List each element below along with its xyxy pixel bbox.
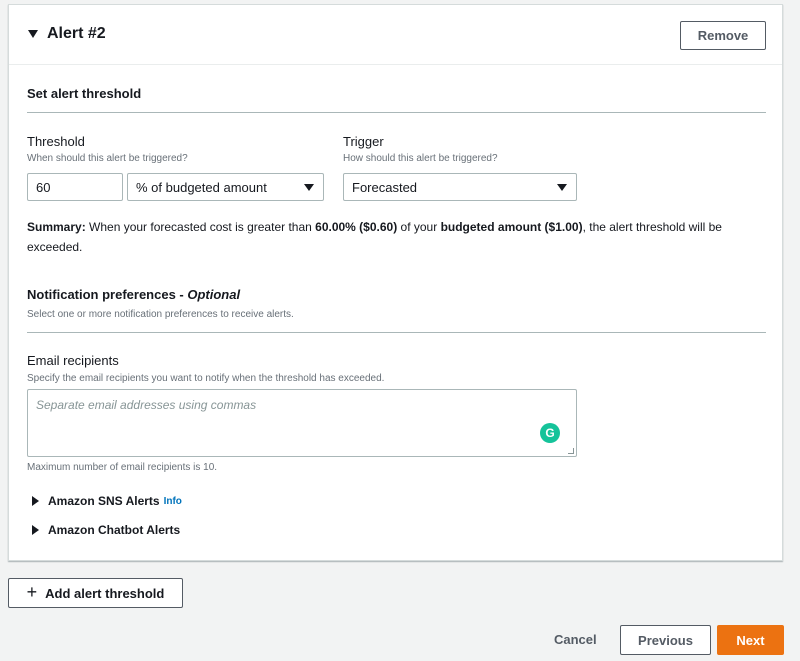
divider (27, 332, 766, 333)
summary-percentage: 60.00% ($0.60) (315, 220, 398, 234)
sns-alerts-expander[interactable]: Amazon SNS Alerts Info (32, 494, 182, 508)
resize-handle[interactable] (568, 448, 574, 454)
chatbot-alerts-expander[interactable]: Amazon Chatbot Alerts (32, 523, 180, 537)
summary-budget: budgeted amount ($1.00) (440, 220, 583, 234)
caret-right-icon (32, 525, 39, 535)
threshold-input[interactable]: 60 (27, 173, 123, 201)
set-threshold-title: Set alert threshold (27, 86, 142, 101)
email-recipients-input[interactable]: Separate email addresses using commas G (27, 389, 577, 457)
sns-alerts-label: Amazon SNS Alerts (48, 494, 160, 508)
email-sublabel: Specify the email recipients you want to… (27, 373, 385, 384)
chevron-down-icon (304, 184, 314, 191)
summary-text: When your forecasted cost is greater tha… (85, 220, 316, 234)
next-button[interactable]: Next (717, 625, 784, 655)
add-alert-threshold-label: Add alert threshold (45, 585, 165, 601)
previous-button[interactable]: Previous (620, 625, 711, 655)
trigger-label: Trigger (343, 134, 384, 149)
alert-card: Alert #2 Remove Set alert threshold Thre… (8, 4, 783, 561)
grammarly-icon[interactable]: G (540, 423, 560, 443)
notification-title: Notification preferences - Optional (27, 287, 240, 302)
alert-header[interactable]: Alert #2 Remove (9, 5, 782, 65)
plus-icon: + (26, 581, 38, 602)
trigger-value: Forecasted (352, 179, 418, 195)
email-label: Email recipients (27, 353, 119, 368)
threshold-label: Threshold (27, 134, 85, 149)
trigger-select[interactable]: Forecasted (343, 173, 577, 201)
info-link[interactable]: Info (164, 496, 182, 507)
summary-prefix: Summary: (27, 220, 86, 234)
cancel-button[interactable]: Cancel (554, 632, 597, 647)
email-placeholder: Separate email addresses using commas (36, 398, 257, 412)
summary-text: of your (397, 220, 441, 234)
alert-title[interactable]: Alert #2 (47, 25, 106, 43)
chevron-down-icon (557, 184, 567, 191)
threshold-unit-value: % of budgeted amount (136, 179, 267, 195)
remove-button[interactable]: Remove (680, 21, 766, 50)
threshold-sublabel: When should this alert be triggered? (27, 153, 188, 164)
threshold-summary: Summary: When your forecasted cost is gr… (27, 217, 767, 257)
threshold-unit-select[interactable]: % of budgeted amount (127, 173, 324, 201)
trigger-sublabel: How should this alert be triggered? (343, 153, 498, 164)
notification-title-text: Notification preferences - (27, 287, 188, 302)
caret-right-icon (32, 496, 39, 506)
caret-down-icon[interactable] (28, 30, 38, 38)
email-hint: Maximum number of email recipients is 10… (27, 462, 218, 473)
optional-label: Optional (187, 287, 241, 302)
add-alert-threshold-button[interactable]: + Add alert threshold (8, 578, 183, 608)
notification-description: Select one or more notification preferen… (27, 309, 294, 320)
chatbot-alerts-label: Amazon Chatbot Alerts (48, 523, 181, 537)
divider (27, 112, 766, 113)
